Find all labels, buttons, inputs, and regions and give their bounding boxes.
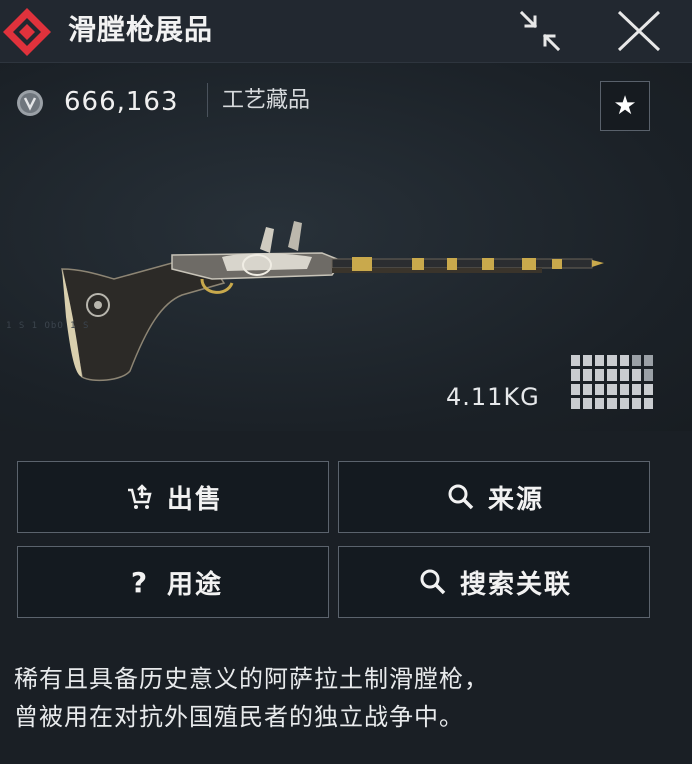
item-price: 666,163 — [64, 87, 179, 117]
close-icon[interactable] — [615, 8, 663, 54]
sell-button[interactable]: 出售 — [17, 461, 329, 533]
page-title: 滑膛枪展品 — [68, 13, 214, 46]
collapse-icon[interactable] — [516, 8, 564, 54]
usage-label: 用途 — [166, 569, 223, 600]
rarity-diamond-icon — [3, 8, 51, 56]
item-category: 工艺藏品 — [222, 88, 311, 113]
item-description: 稀有且具备历史意义的阿萨拉土制滑膛枪， 曾被用在对抗外国殖民者的独立战争中。 — [14, 660, 674, 736]
item-detail-panel: 滑膛枪展品 666,163 工艺藏品 ★ 1 S 1 ObO 1 S 4.11K… — [0, 0, 692, 764]
usage-button[interactable]: ? 用途 — [17, 546, 329, 618]
favorite-button[interactable]: ★ — [600, 81, 650, 131]
search-related-label: 搜索关联 — [459, 569, 572, 600]
divider — [207, 83, 208, 117]
question-icon: ? — [130, 565, 150, 599]
source-button[interactable]: 来源 — [338, 461, 650, 533]
sell-cart-icon — [123, 480, 157, 514]
sell-label: 出售 — [166, 484, 223, 515]
search-icon — [444, 480, 478, 514]
musket-image — [61, 221, 604, 382]
star-icon: ★ — [613, 91, 637, 121]
source-label: 来源 — [487, 484, 544, 515]
coin-icon — [17, 90, 43, 116]
search-related-button[interactable]: 搜索关联 — [338, 546, 650, 618]
search-icon — [416, 565, 450, 599]
item-weight: 4.11KG — [446, 383, 540, 411]
inventory-size-grid — [571, 355, 653, 409]
title-bar: 滑膛枪展品 — [0, 0, 692, 63]
item-display: 666,163 工艺藏品 ★ 1 S 1 ObO 1 S 4.11KG — [0, 63, 692, 431]
faint-caption: 1 S 1 ObO 1 S — [6, 321, 90, 331]
description-line: 稀有且具备历史意义的阿萨拉土制滑膛枪， — [14, 665, 489, 693]
description-line: 曾被用在对抗外国殖民者的独立战争中。 — [14, 703, 464, 731]
